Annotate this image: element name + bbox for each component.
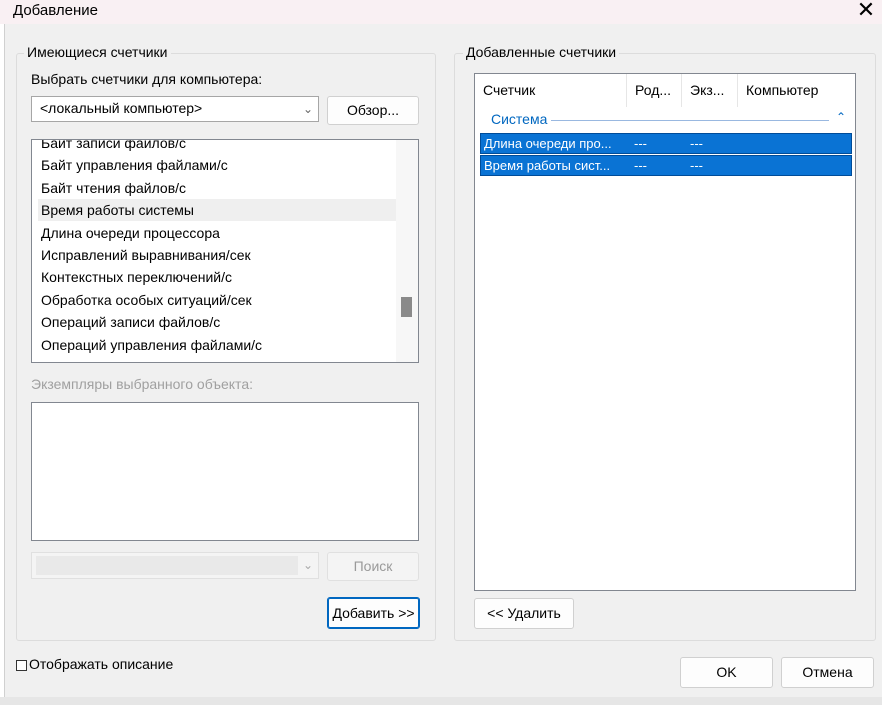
window-title: Добавление — [13, 2, 98, 19]
column-parent[interactable]: Род... — [627, 74, 682, 107]
computer-select[interactable]: <локальный компьютер> ⌄ — [31, 96, 319, 122]
title-bar — [0, 0, 882, 24]
counter-list-item[interactable]: Операций записи файлов/с — [38, 311, 397, 333]
browse-button[interactable]: Обзор... — [327, 96, 419, 125]
counter-list-item[interactable]: Контекстных переключений/с — [38, 266, 397, 288]
added-row-instance: --- — [690, 158, 703, 173]
ok-button[interactable]: OK — [680, 657, 773, 688]
column-counter[interactable]: Счетчик — [475, 74, 627, 107]
counter-list-item[interactable]: Исправлений выравнивания/сек — [38, 244, 397, 266]
group-name: Система — [491, 111, 548, 127]
counter-list-item[interactable]: Байт управления файлами/с — [38, 154, 397, 176]
instances-list[interactable] — [31, 402, 419, 541]
added-row-instance: --- — [690, 136, 703, 151]
counter-list-item[interactable]: Обработка особых ситуаций/сек — [38, 289, 397, 311]
counter-list-item[interactable]: Операций управления файлами/с — [38, 334, 397, 356]
show-description-checkbox[interactable] — [16, 660, 27, 671]
counters-scrollbar[interactable] — [396, 140, 418, 362]
add-button[interactable]: Добавить >> — [327, 597, 420, 629]
search-button: Поиск — [327, 552, 419, 581]
instance-filter-field — [36, 556, 298, 575]
counter-list-item[interactable]: Время работы системы — [38, 199, 397, 222]
scrollbar-thumb[interactable] — [401, 297, 412, 317]
remove-button[interactable]: << Удалить — [474, 598, 574, 629]
added-row[interactable]: Время работы сист... --- --- — [480, 155, 852, 176]
instance-filter-select: ⌄ — [31, 552, 319, 579]
added-row-parent: --- — [634, 158, 647, 173]
added-row-counter: Длина очереди про... — [484, 136, 612, 151]
added-row[interactable]: Длина очереди про... --- --- — [480, 133, 852, 154]
chevron-down-icon: ⌄ — [303, 102, 314, 116]
available-counters-legend: Имеющиеся счетчики — [24, 44, 171, 60]
counter-list-item[interactable]: Длина очереди процессора — [38, 222, 397, 244]
background-window-edge — [0, 24, 5, 705]
cancel-button[interactable]: Отмена — [781, 657, 874, 688]
chevron-up-icon[interactable]: ⌃ — [836, 110, 846, 124]
group-divider — [551, 120, 829, 121]
counter-list-item[interactable]: Байт чтения файлов/с — [38, 177, 397, 199]
column-instance[interactable]: Экз... — [682, 74, 738, 107]
computer-select-value: <локальный компьютер> — [40, 100, 203, 116]
show-description-label[interactable]: Отображать описание — [29, 656, 173, 672]
added-counters-legend: Добавленные счетчики — [463, 44, 620, 60]
group-header-system[interactable]: Система ⌃ — [475, 109, 855, 131]
close-icon[interactable]: ✕ — [855, 0, 877, 22]
counter-list-item[interactable]: Байт записи файлов/с — [38, 140, 397, 154]
computer-label: Выбрать счетчики для компьютера: — [31, 71, 263, 87]
instances-label: Экземпляры выбранного объекта: — [31, 376, 253, 392]
added-row-parent: --- — [634, 136, 647, 151]
column-computer[interactable]: Компьютер — [738, 74, 855, 107]
added-counters-table[interactable]: Счетчик Род... Экз... Компьютер Система … — [474, 73, 856, 591]
bottom-shade — [0, 697, 882, 705]
added-row-counter: Время работы сист... — [484, 158, 611, 173]
chevron-down-icon: ⌄ — [303, 558, 314, 572]
counters-list[interactable]: Байт записи файлов/с Байт управления файл… — [31, 139, 419, 363]
